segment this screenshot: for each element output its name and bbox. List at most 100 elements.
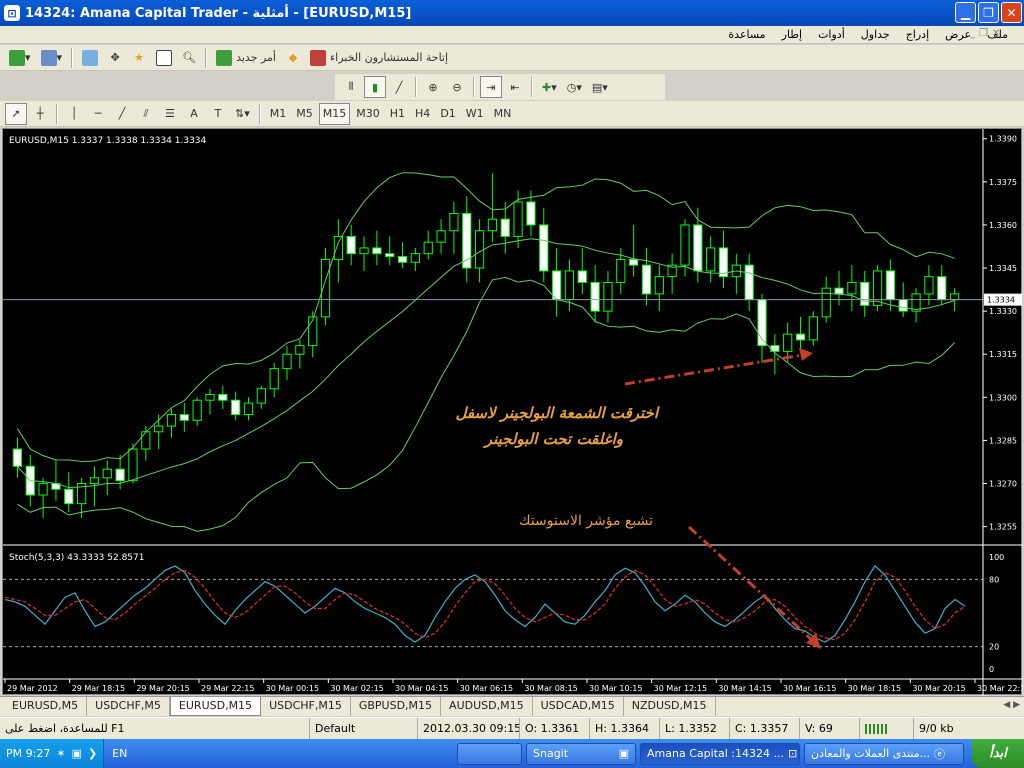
menu-bar: ملف عرض إدراج جداول أدوات إطار مساعدة _ … bbox=[0, 26, 1024, 44]
tray-clock[interactable]: PM 9:27 bbox=[6, 747, 50, 760]
cursor-button[interactable]: ➚ bbox=[5, 102, 27, 125]
period-h1[interactable]: H1 bbox=[386, 103, 409, 125]
profiles-button[interactable]: ▾ bbox=[37, 47, 67, 69]
time-tick-label: 29 Mar 20:15 bbox=[136, 684, 189, 693]
candlestick-button[interactable]: ▮ bbox=[364, 76, 386, 98]
price-tick-label: 1.3300 bbox=[989, 393, 1017, 402]
stoch-level-label: 20 bbox=[989, 643, 999, 652]
mdi-close-icon[interactable]: ✕ bbox=[992, 28, 1000, 39]
new-order-label: أمر جديد bbox=[236, 51, 276, 64]
price-tick-label: 1.3360 bbox=[989, 221, 1017, 230]
metaeditor-button[interactable]: ◆ bbox=[282, 47, 304, 69]
fibonacci-button[interactable]: ☰ bbox=[159, 103, 181, 125]
chart-shift-button[interactable]: ⇤ bbox=[504, 76, 526, 98]
candle-body bbox=[693, 224, 703, 272]
menu-charts[interactable]: جداول bbox=[853, 26, 898, 43]
price-tick-label: 1.3255 bbox=[989, 523, 1017, 532]
candle-body bbox=[231, 399, 241, 416]
period-d1[interactable]: D1 bbox=[436, 103, 459, 125]
menu-insert[interactable]: إدراج bbox=[898, 26, 937, 43]
tab-gbpusd-m15[interactable]: GBPUSD,M15 bbox=[351, 697, 442, 716]
price-tick-label: 1.3375 bbox=[989, 178, 1017, 187]
new-order-button[interactable]: أمر جديد bbox=[212, 47, 280, 69]
new-chart-icon bbox=[9, 49, 25, 66]
annotation-stoch: تشبع مؤشر الاستوستك bbox=[519, 513, 653, 529]
stoch-level-label: 100 bbox=[989, 553, 1004, 562]
period-mn[interactable]: MN bbox=[490, 103, 516, 125]
terminal-button[interactable] bbox=[152, 47, 176, 69]
close-button[interactable]: ✕ bbox=[1001, 2, 1022, 23]
tray-expand-icon[interactable]: ❯ bbox=[88, 747, 97, 760]
restore-button[interactable]: ❐ bbox=[978, 2, 999, 23]
stoch-level-label: 80 bbox=[989, 575, 999, 584]
candle-body bbox=[821, 287, 831, 318]
start-button[interactable]: ابدأ bbox=[972, 739, 1024, 768]
period-m30[interactable]: M30 bbox=[352, 103, 384, 125]
task-forum[interactable]: منتدى العملات والمعادن... ⓔ bbox=[804, 742, 964, 765]
autoscroll-button[interactable]: ⇥ bbox=[480, 76, 502, 98]
candle-body bbox=[359, 247, 369, 255]
indicators-button[interactable]: ✚ ▾ bbox=[538, 76, 561, 98]
menu-tools[interactable]: أدوات bbox=[810, 26, 853, 43]
tab-usdchf-m15[interactable]: USDCHF,M15 bbox=[261, 697, 351, 716]
zoom-in-icon: ⊕ bbox=[428, 80, 438, 94]
period-m1[interactable]: M1 bbox=[266, 103, 291, 125]
period-w1[interactable]: W1 bbox=[462, 103, 488, 125]
tester-button[interactable]: 🔍︎ bbox=[178, 47, 200, 69]
candle-body bbox=[218, 393, 228, 401]
minimize-button[interactable]: ▁ bbox=[955, 2, 976, 23]
candle-body bbox=[372, 247, 382, 255]
connection-icon bbox=[860, 718, 914, 739]
period-m5[interactable]: M5 bbox=[292, 103, 317, 125]
tab-usdcad-m15[interactable]: USDCAD,M15 bbox=[533, 697, 624, 716]
crosshair-button[interactable]: ┼ bbox=[29, 103, 51, 125]
tab-eurusd-m5[interactable]: EURUSD,M5 bbox=[4, 697, 88, 716]
tab-nzdusd-m15[interactable]: NZDUSD,M15 bbox=[624, 697, 716, 716]
channel-button[interactable]: ⫽ bbox=[135, 103, 157, 125]
market-watch-button[interactable] bbox=[78, 47, 102, 69]
zoom-in-button[interactable]: ⊕ bbox=[422, 76, 444, 98]
candle-body bbox=[12, 448, 23, 467]
trendline-button[interactable]: ╱ bbox=[111, 103, 133, 125]
menu-help[interactable]: مساعدة bbox=[720, 26, 773, 43]
templates-button[interactable]: ▤ ▾ bbox=[588, 76, 612, 98]
crosshair-target-icon: ✥ bbox=[110, 51, 120, 64]
separator bbox=[71, 47, 74, 68]
price-chart[interactable]: 1.3390 1.3375 1.3360 1.3345 1.3330 1.3315 1.33… bbox=[3, 129, 1023, 696]
period-h4[interactable]: H4 bbox=[411, 103, 434, 125]
data-window-button[interactable]: ✥ bbox=[104, 47, 126, 69]
candle-body bbox=[898, 299, 908, 312]
period-m15[interactable]: M15 bbox=[318, 102, 351, 125]
line-chart-button[interactable]: ╱ bbox=[388, 76, 410, 98]
mdi-minimize-icon[interactable]: _ bbox=[970, 28, 975, 39]
text-button[interactable]: A bbox=[183, 103, 205, 125]
menu-window[interactable]: إطار bbox=[774, 26, 810, 43]
vertical-line-button[interactable]: │ bbox=[63, 103, 85, 125]
time-tick-label: 30 Mar 04:15 bbox=[395, 684, 448, 693]
expert-advisors-button[interactable]: إتاحة المستشارون الخبراء bbox=[306, 47, 452, 69]
candle-body bbox=[154, 425, 164, 433]
arrows-icon: ⇅ bbox=[235, 107, 245, 120]
zoom-out-button[interactable]: ⊖ bbox=[446, 76, 468, 98]
tab-eurusd-m15[interactable]: EURUSD,M15 bbox=[169, 697, 262, 716]
bar-chart-button[interactable]: ⫴ bbox=[340, 76, 362, 98]
tray-network-icon[interactable]: ✶ bbox=[56, 747, 65, 760]
arrows-button[interactable]: ⇅ ▾ bbox=[231, 103, 254, 125]
navigator-button[interactable]: ★ bbox=[128, 47, 150, 69]
label-button[interactable]: T bbox=[207, 103, 229, 125]
task-snagit[interactable]: Snagit ▣ bbox=[526, 742, 636, 765]
horizontal-line-button[interactable]: ─ bbox=[87, 103, 109, 125]
tray-app-icon[interactable]: ▣ bbox=[72, 747, 82, 760]
tab-scroll-icon[interactable]: ◀ ▶ bbox=[1003, 700, 1020, 710]
tab-audusd-m15[interactable]: AUDUSD,M15 bbox=[441, 697, 533, 716]
tab-usdchf-m5[interactable]: USDCHF,M5 bbox=[87, 697, 170, 716]
star-icon: ★ bbox=[134, 51, 144, 64]
language-indicator[interactable]: EN bbox=[112, 747, 127, 760]
time-tick-label: 30 Mar 18:15 bbox=[848, 684, 901, 693]
new-chart-button[interactable]: ▾ bbox=[5, 47, 35, 69]
charts-toolbar: ⫴ ▮ ╱ ⊕ ⊖ ⇥ ⇤ ✚ ▾ ◷ ▾ ▤ ▾ bbox=[335, 74, 665, 100]
periods-button[interactable]: ◷ ▾ bbox=[563, 76, 586, 98]
chart-window[interactable]: 1.3390 1.3375 1.3360 1.3345 1.3330 1.3315 1.33… bbox=[2, 128, 1023, 696]
task-amana[interactable]: Amana Capital :14324 ... ⊡ bbox=[640, 742, 800, 765]
mdi-restore-icon[interactable]: ❐ bbox=[979, 28, 988, 39]
